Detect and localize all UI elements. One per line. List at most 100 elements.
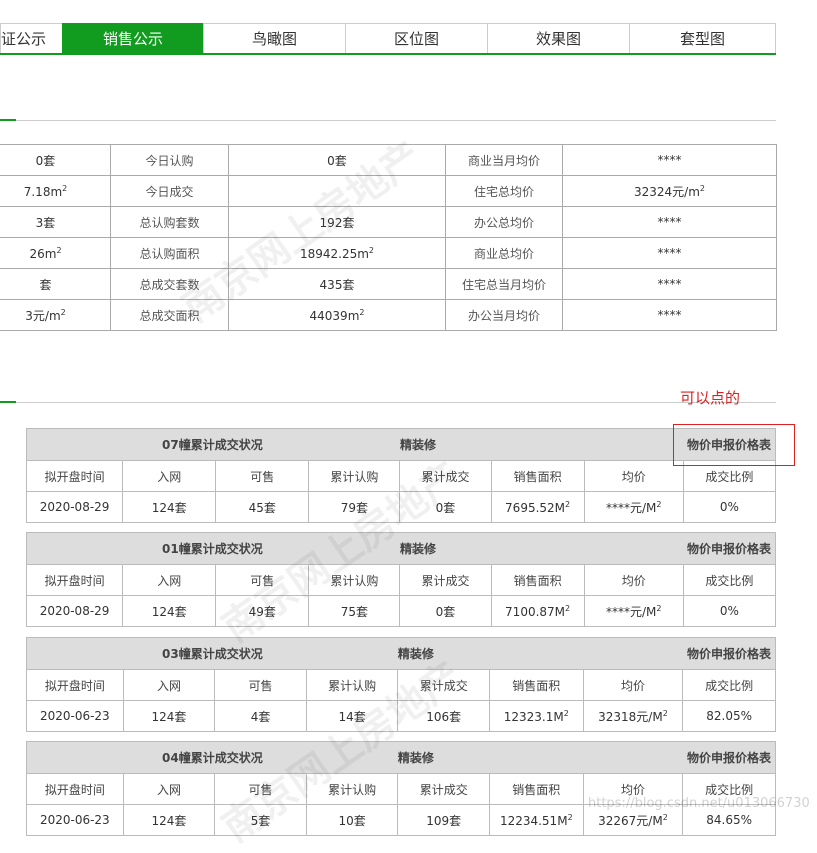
table-cell-text: 124套 xyxy=(151,604,187,619)
summary-label-text: 总认购套数 xyxy=(139,215,200,230)
table-cell-text: 32267元/M xyxy=(598,813,663,828)
table-cell: 32318元/M2 xyxy=(582,700,684,732)
column-header-text: 拟开盘时间 xyxy=(44,573,105,588)
table-row: 2020-08-29 124套 45套 79套 0套 7695.52M2 ****元/M2 0… xyxy=(25,491,777,523)
table-cell: 124套 xyxy=(122,491,217,523)
table-cell-text: 0% xyxy=(719,500,739,514)
table-cell-text: 0套 xyxy=(435,500,456,515)
table-cell: 7100.87M2 xyxy=(490,595,585,627)
superscript: 2 xyxy=(62,183,68,193)
summary-value-text: 3套 xyxy=(35,215,56,230)
column-header-text: 可售 xyxy=(248,782,273,797)
decoration-type-text: 精装修 xyxy=(397,647,434,661)
decoration-type: 精装修 xyxy=(399,428,585,461)
column-header-text: 均价 xyxy=(621,573,646,588)
tab-floor-plan[interactable]: 套型图 xyxy=(629,23,776,54)
summary-label: 总认购套数 xyxy=(110,206,229,238)
summary-value-text: 套 xyxy=(39,277,52,292)
column-header-text: 销售面积 xyxy=(512,678,561,693)
summary-row: 3套 总认购套数 192套 办公总均价 **** xyxy=(0,206,777,238)
building-title: 04幢累计成交状况 xyxy=(25,741,398,774)
summary-row: 0套 今日认购 0套 商业当月均价 **** xyxy=(0,144,777,176)
summary-label-text: 住宅总均价 xyxy=(473,184,534,199)
table-cell: 0% xyxy=(682,491,777,523)
superscript: 2 xyxy=(567,812,573,822)
summary-value-text: **** xyxy=(657,308,682,322)
tab-label: 套型图 xyxy=(679,30,725,48)
summary-value: 18942.25m2 xyxy=(228,237,446,269)
summary-value-text: 32324元/m xyxy=(633,184,700,199)
table-cell-text: 10套 xyxy=(338,813,366,828)
superscript: 2 xyxy=(56,245,62,255)
table-cell-text: 124套 xyxy=(151,709,187,724)
column-header: 可售 xyxy=(214,669,307,701)
price-list-link[interactable]: 物价申报价格表 xyxy=(687,542,771,556)
price-list-link[interactable]: 物价申报价格表 xyxy=(687,751,771,765)
table-cell: 7695.52M2 xyxy=(490,491,585,523)
column-header: 入网 xyxy=(122,773,216,805)
superscript: 2 xyxy=(656,499,662,509)
summary-label: 商业总均价 xyxy=(445,237,563,269)
tab-label: 效果图 xyxy=(535,30,581,48)
column-header-text: 均价 xyxy=(620,678,645,693)
table-cell: 5套 xyxy=(214,804,307,836)
column-header-text: 可售 xyxy=(248,678,273,693)
table-cell-text: 84.65% xyxy=(706,813,753,827)
table-cell: 75套 xyxy=(308,595,401,627)
building-title-text: 04幢累计成交状况 xyxy=(162,751,263,765)
table-cell-text: 124套 xyxy=(151,500,187,515)
column-header-text: 累计成交 xyxy=(419,782,468,797)
summary-value-text: **** xyxy=(657,277,682,291)
column-header-text: 成交比例 xyxy=(705,469,754,484)
price-list-link-cell: 物价申报价格表 xyxy=(584,532,777,565)
column-header: 销售面积 xyxy=(490,460,585,492)
column-header: 累计成交 xyxy=(399,564,492,596)
column-header-text: 累计认购 xyxy=(330,573,379,588)
tab-location-map[interactable]: 区位图 xyxy=(345,23,487,54)
summary-value-text: **** xyxy=(657,246,682,260)
table-cell-text: 124套 xyxy=(151,813,187,828)
summary-value: **** xyxy=(562,268,777,300)
tab-label: 销售公示 xyxy=(102,30,163,48)
tab-bar: 证公示 销售公示 鸟瞰图 区位图 效果图 套型图 xyxy=(0,23,776,55)
summary-value: **** xyxy=(562,299,777,331)
tab-rendering[interactable]: 效果图 xyxy=(487,23,629,54)
column-header-text: 累计认购 xyxy=(328,678,377,693)
superscript: 2 xyxy=(565,499,571,509)
table-cell: 14套 xyxy=(305,700,399,732)
price-list-link[interactable]: 物价申报价格表 xyxy=(687,647,771,661)
summary-label-text: 总成交套数 xyxy=(139,277,200,292)
column-header: 累计认购 xyxy=(305,773,399,805)
building-sales-table: 03幢累计成交状况 精装修 物价申报价格表 拟开盘时间 入网 可售 累计认购 累计成交 销售面积… xyxy=(25,637,777,732)
column-header: 销售面积 xyxy=(488,773,584,805)
column-header: 入网 xyxy=(122,564,217,596)
superscript: 2 xyxy=(563,708,569,718)
table-cell: 124套 xyxy=(122,700,216,732)
sales-summary-table: 0套 今日认购 0套 商业当月均价 **** 7.18m2 今日成交 住宅总均价 32324元/… xyxy=(0,144,777,331)
decoration-type-text: 精装修 xyxy=(397,751,434,765)
table-cell: ****元/M2 xyxy=(583,595,684,627)
superscript: 2 xyxy=(60,307,66,317)
table-cell-text: 79套 xyxy=(340,500,369,515)
column-header: 入网 xyxy=(122,669,216,701)
tab-aerial-view[interactable]: 鸟瞰图 xyxy=(203,23,345,54)
superscript: 2 xyxy=(368,245,375,255)
column-header: 均价 xyxy=(583,460,684,492)
building-title-text: 01幢累计成交状况 xyxy=(162,542,263,556)
summary-label-text: 今日认购 xyxy=(145,153,194,168)
column-header-text: 拟开盘时间 xyxy=(44,469,105,484)
column-header-text: 入网 xyxy=(157,573,182,588)
summary-row: 3元/m2 总成交面积 44039m2 办公当月均价 **** xyxy=(0,299,777,331)
tab-certificate[interactable]: 证公示 xyxy=(0,23,62,54)
table-cell-text: 5套 xyxy=(250,813,271,828)
column-header-text: 累计认购 xyxy=(328,782,377,797)
column-header-text: 销售面积 xyxy=(512,782,561,797)
building-header: 03幢累计成交状况 精装修 物价申报价格表 xyxy=(25,637,777,670)
table-cell: 12323.1M2 xyxy=(488,700,584,732)
tab-sales[interactable]: 销售公示 xyxy=(62,23,203,54)
table-cell-text: 14套 xyxy=(338,709,366,724)
summary-value: 26m2 xyxy=(0,237,111,269)
summary-value-text: 192套 xyxy=(319,215,355,230)
building-title: 07幢累计成交状况 xyxy=(25,428,400,461)
annotation-highlight-box xyxy=(673,424,795,466)
